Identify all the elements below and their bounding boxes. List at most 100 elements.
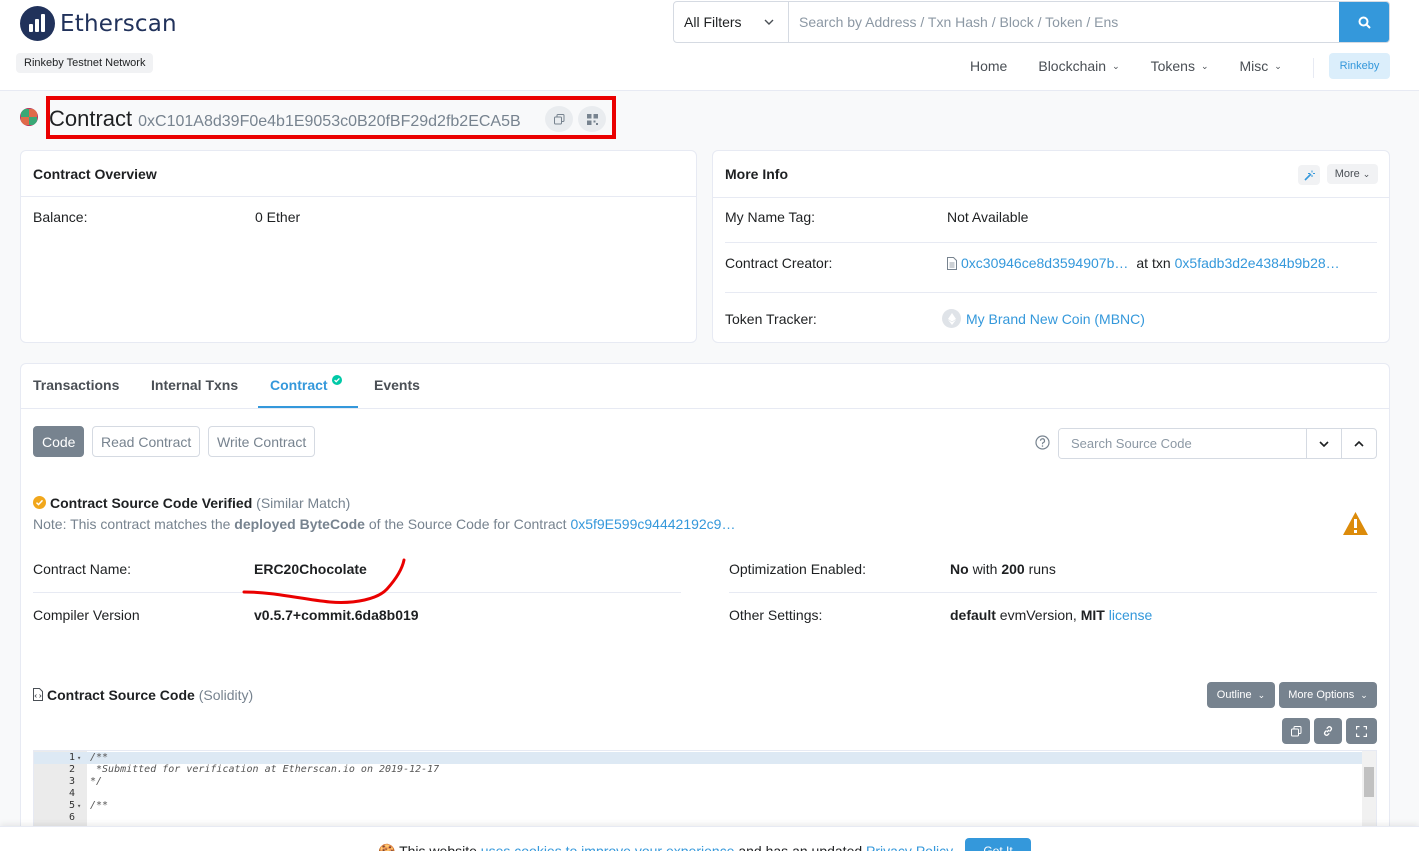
copy-address-button[interactable]: [545, 106, 573, 132]
code-text: /**: [90, 752, 109, 763]
line-number: 2: [68, 764, 75, 775]
magic-wand-icon: [1303, 170, 1315, 181]
license-link[interactable]: license: [1109, 607, 1153, 623]
search-next-button[interactable]: [1306, 429, 1341, 458]
row-divider: [729, 592, 1377, 593]
network-button[interactable]: Rinkeby: [1329, 53, 1390, 79]
code-editor[interactable]: 1 ▾/** 2 *Submitted for verification at Et…: [33, 750, 1377, 830]
optimization-label: Optimization Enabled:: [729, 561, 866, 577]
code-line: 1 ▾ /**: [34, 752, 1376, 764]
code-text: /**: [90, 800, 109, 811]
search-input[interactable]: [789, 2, 1339, 42]
code-line: 2 *Submitted for verification at Ethersc…: [34, 764, 1376, 776]
more-info-card: More Info More ⌄ My Name Tag: Not Availab…: [712, 150, 1390, 343]
tab-transactions[interactable]: Transactions: [33, 377, 119, 393]
site-header: Etherscan Rinkeby Testnet Network All Fi…: [0, 0, 1419, 91]
copy-icon: [1290, 725, 1301, 736]
search-button[interactable]: [1339, 2, 1389, 42]
logo-icon: [20, 6, 55, 41]
balance-label: Balance:: [33, 209, 88, 225]
nav-home[interactable]: Home: [970, 58, 1007, 74]
chevron-down-icon: ⌄: [1360, 689, 1368, 700]
link-icon: [1323, 726, 1333, 736]
warning-icon[interactable]: [1342, 511, 1369, 536]
filter-select[interactable]: All Filters: [674, 2, 789, 42]
cookie-message: 🍪 This website uses cookies to improve y…: [378, 843, 956, 851]
card-heading: More Info: [713, 151, 1389, 198]
privacy-policy-link[interactable]: Privacy Policy.: [866, 843, 956, 851]
annotation-underline: [242, 558, 406, 604]
creator-row: Contract Creator: 0xc30946ce8d3594907b… …: [725, 255, 1377, 271]
token-tracker-row: Token Tracker: My Brand New Coin (MBNC): [725, 309, 1377, 328]
code-button[interactable]: Code: [33, 426, 85, 457]
nav-misc[interactable]: Misc ⌄: [1240, 58, 1282, 74]
nav-tokens[interactable]: Tokens ⌄: [1151, 58, 1209, 74]
code-line: 6: [34, 812, 1376, 824]
etherscan-logo[interactable]: Etherscan: [20, 6, 177, 41]
code-line: 3 */: [34, 776, 1376, 788]
verified-badge-icon: [33, 496, 46, 509]
fold-toggle-icon[interactable]: ▾: [77, 752, 81, 764]
verification-note: Note: This contract matches the deployed…: [33, 516, 736, 532]
more-options-button[interactable]: More Options ⌄: [1279, 682, 1377, 708]
other-settings-label: Other Settings:: [729, 607, 823, 623]
verified-check-icon: [332, 375, 342, 385]
outline-button[interactable]: Outline ⌄: [1207, 682, 1275, 708]
search-prev-button[interactable]: [1341, 429, 1376, 458]
compiler-value: v0.5.7+commit.6da8b019: [254, 607, 419, 623]
source-code-heading: Contract Source Code (Solidity): [47, 687, 254, 703]
token-tracker-link[interactable]: My Brand New Coin (MBNC): [966, 311, 1145, 327]
edit-tag-button[interactable]: [1298, 165, 1320, 185]
read-contract-button[interactable]: Read Contract: [92, 426, 201, 457]
permalink-button[interactable]: [1314, 718, 1342, 744]
code-line: 5 ▾ /**: [34, 800, 1376, 812]
source-search-input[interactable]: [1059, 429, 1306, 458]
write-contract-button[interactable]: Write Contract: [208, 426, 316, 457]
creator-address-link[interactable]: 0xc30946ce8d3594907b…: [961, 255, 1128, 271]
creator-txn-link[interactable]: 0x5fadb3d2e4384b9b28…: [1175, 255, 1340, 271]
contract-address: 0xC101A8d39F0e4b1E9053c0B20fBF29d2fb2ECA…: [138, 113, 521, 130]
network-badge: Rinkeby Testnet Network: [16, 53, 154, 73]
qr-code-button[interactable]: [578, 106, 606, 132]
logo-text: Etherscan: [60, 10, 177, 37]
cookie-policy-link[interactable]: uses cookies to improve your experience: [481, 843, 735, 851]
ethereum-token-icon: [942, 309, 961, 328]
fullscreen-button[interactable]: [1346, 718, 1377, 744]
active-tab-indicator: [258, 406, 358, 408]
at-txn-label: at txn: [1136, 255, 1171, 271]
editor-scrollbar[interactable]: [1362, 751, 1376, 829]
contract-name-label: Contract Name:: [33, 561, 132, 577]
chevron-up-icon: [1354, 440, 1364, 447]
document-icon: [947, 256, 957, 270]
fold-toggle-icon[interactable]: ▾: [77, 800, 81, 812]
line-number: 6: [68, 812, 75, 823]
optimization-value: No with 200 runs: [950, 561, 1056, 577]
tab-contract[interactable]: Contract: [270, 377, 328, 393]
creator-label: Contract Creator:: [725, 255, 833, 271]
balance-row: Balance: 0 Ether: [33, 209, 684, 225]
copy-code-button[interactable]: [1282, 718, 1310, 744]
more-dropdown-button[interactable]: More ⌄: [1327, 164, 1378, 184]
nav-blockchain[interactable]: Blockchain ⌄: [1038, 58, 1119, 74]
row-divider: [725, 292, 1377, 293]
name-tag-row: My Name Tag: Not Available: [725, 209, 1377, 225]
filter-label: All Filters: [684, 14, 742, 30]
line-number: 1: [68, 752, 75, 763]
cookie-accept-button[interactable]: Got It: [965, 838, 1031, 851]
balance-value: 0 Ether: [255, 209, 301, 225]
other-settings-value: default evmVersion, MIT license: [950, 607, 1153, 623]
help-icon[interactable]: [1035, 435, 1050, 450]
search-bar: All Filters: [673, 1, 1390, 43]
name-tag-value: Not Available: [947, 209, 1029, 225]
tab-events[interactable]: Events: [374, 377, 420, 393]
scrollbar-thumb[interactable]: [1364, 767, 1374, 797]
copy-icon: [553, 113, 564, 124]
nav-divider: [1313, 58, 1314, 78]
code-file-icon: [33, 688, 43, 701]
token-tracker-label: Token Tracker:: [725, 310, 817, 327]
code-text: *Submitted for verification at Etherscan…: [90, 764, 440, 775]
similar-contract-link[interactable]: 0x5f9E599c94442192c9…: [570, 516, 735, 532]
chevron-down-icon: ⌄: [1112, 60, 1120, 71]
tab-internal-txns[interactable]: Internal Txns: [151, 377, 238, 393]
chevron-down-icon: [1319, 440, 1329, 447]
